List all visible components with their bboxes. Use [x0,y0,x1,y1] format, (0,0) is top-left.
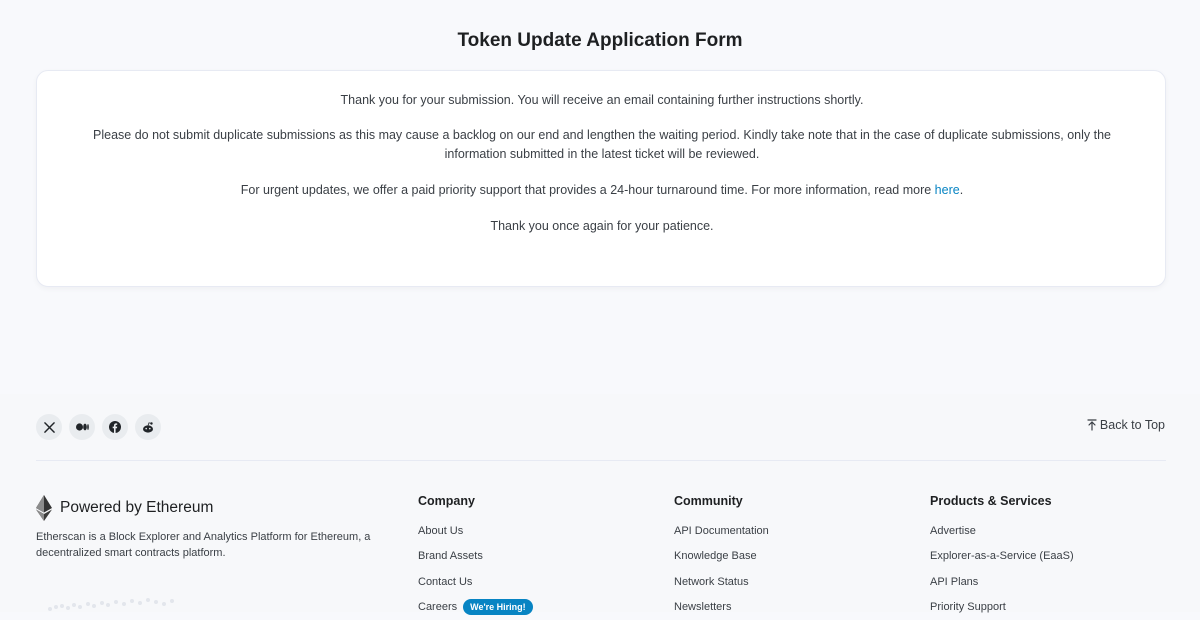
reddit-icon [142,422,154,433]
link-label: API Plans [930,576,978,588]
priority-support-suffix: . [960,183,963,197]
back-to-top-link[interactable]: Back to Top [1087,418,1165,432]
link-label: Explorer-as-a-Service (EaaS) [930,550,1074,562]
link-label: Newsletters [674,601,731,613]
brand-description: Etherscan is a Block Explorer and Analyt… [36,529,376,561]
medium-icon [76,423,89,431]
footer-link-contact-us[interactable]: Contact Us [418,569,533,595]
footer-link-priority-support[interactable]: Priority Support [930,595,1074,620]
footer-column-company: Company About Us Brand Assets Contact Us… [418,494,533,620]
read-more-link[interactable]: here [935,183,960,197]
ethereum-logo-icon [36,495,52,521]
duplicate-warning-text: Please do not submit duplicate submissio… [67,126,1137,164]
reddit-button[interactable] [135,414,161,440]
footer-column-products-services: Products & Services Advertise Explorer-a… [930,494,1074,620]
link-label: Contact Us [418,576,472,588]
footer-link-advertise[interactable]: Advertise [930,518,1074,544]
powered-by-ethereum: Powered by Ethereum [60,499,213,517]
link-label: Brand Assets [418,550,483,562]
footer-link-newsletters[interactable]: Newsletters [674,595,769,620]
footer-brand: Powered by Ethereum Etherscan is a Block… [36,495,376,561]
column-heading: Products & Services [930,494,1074,508]
confirmation-text: Thank you for your submission. You will … [67,91,1137,110]
footer-link-network-status[interactable]: Network Status [674,569,769,595]
thank-you-text: Thank you once again for your patience. [67,217,1137,236]
footer-column-community: Community API Documentation Knowledge Ba… [674,494,769,620]
arrow-up-to-line-icon [1087,419,1097,431]
facebook-icon [109,421,121,433]
link-label: Priority Support [930,601,1006,613]
hiring-badge[interactable]: We're Hiring! [463,599,532,615]
page-title: Token Update Application Form [0,30,1200,52]
facebook-button[interactable] [102,414,128,440]
footer: Back to Top Powered by Ethereum Ethersca… [0,394,1200,612]
link-label: About Us [418,525,463,537]
footer-link-careers[interactable]: Careers We're Hiring! [418,595,533,620]
link-label: API Documentation [674,525,769,537]
link-label: Network Status [674,576,749,588]
submission-confirmation-card: Thank you for your submission. You will … [36,70,1166,287]
column-heading: Community [674,494,769,508]
column-heading: Company [418,494,533,508]
world-map-graphic [36,579,196,619]
back-to-top-label: Back to Top [1100,418,1165,432]
medium-button[interactable] [69,414,95,440]
footer-link-brand-assets[interactable]: Brand Assets [418,544,533,570]
link-label: Knowledge Base [674,550,757,562]
x-twitter-button[interactable] [36,414,62,440]
footer-link-knowledge-base[interactable]: Knowledge Base [674,544,769,570]
x-icon [44,422,55,433]
link-label: Careers [418,601,457,613]
footer-link-api-plans[interactable]: API Plans [930,569,1074,595]
footer-link-about-us[interactable]: About Us [418,518,533,544]
link-label: Advertise [930,525,976,537]
social-links [36,414,161,440]
priority-support-prefix: For urgent updates, we offer a paid prio… [241,183,935,197]
footer-divider [36,460,1166,461]
priority-support-text: For urgent updates, we offer a paid prio… [67,181,1137,200]
footer-link-eaas[interactable]: Explorer-as-a-Service (EaaS) [930,544,1074,570]
footer-link-api-documentation[interactable]: API Documentation [674,518,769,544]
